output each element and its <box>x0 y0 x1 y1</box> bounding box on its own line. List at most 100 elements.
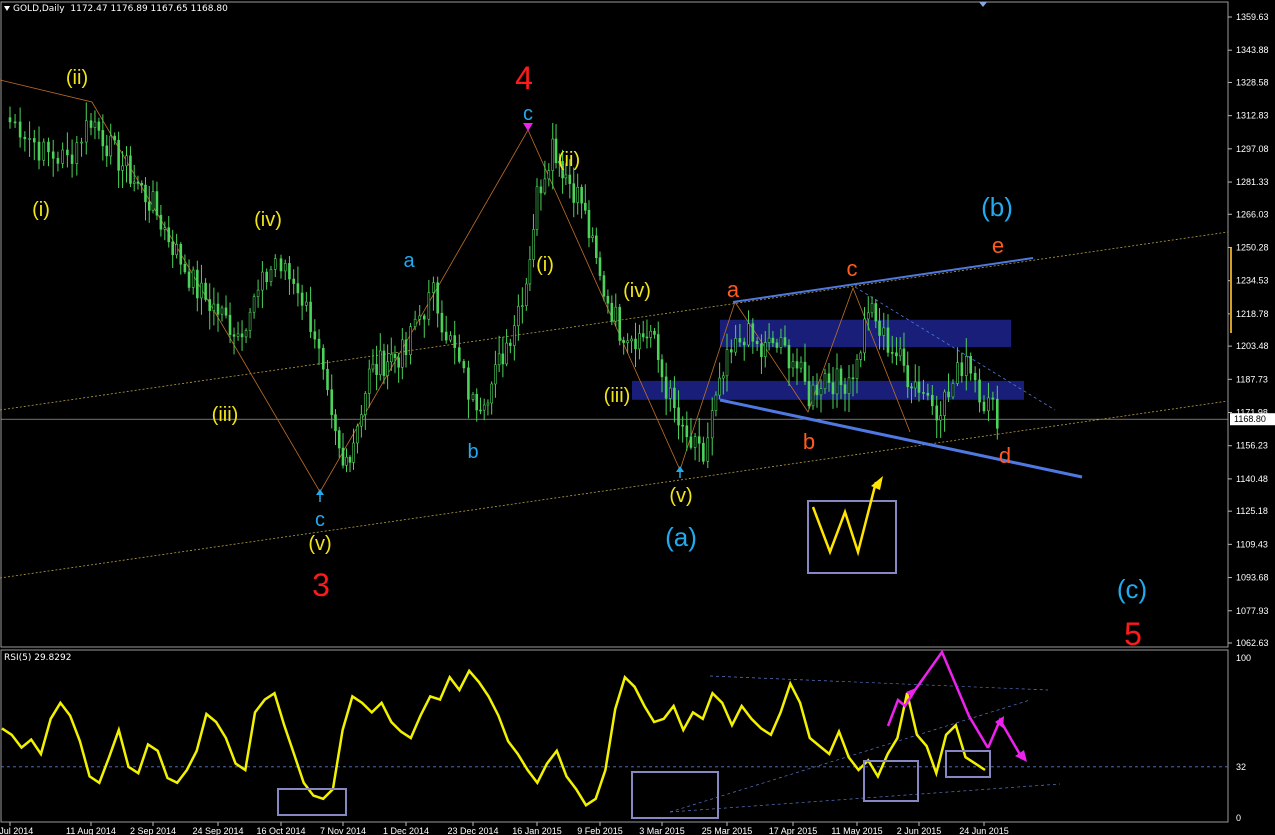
candle-body <box>418 315 422 320</box>
candle-body <box>183 263 187 273</box>
candle-body <box>378 350 382 375</box>
candle <box>273 254 277 278</box>
candle-body <box>360 414 363 427</box>
rsi-panel-frame <box>0 649 1229 823</box>
candle-body <box>930 395 934 407</box>
candle <box>244 328 248 344</box>
candle <box>440 300 444 341</box>
candle-body <box>47 141 50 153</box>
candle <box>591 227 594 243</box>
candle-body <box>386 361 389 376</box>
candle-body <box>356 425 359 444</box>
candle-body <box>913 381 917 389</box>
candle <box>475 388 479 422</box>
candle-body <box>61 149 64 164</box>
rsi-projection-path <box>886 649 990 749</box>
dropdown-triangle-icon[interactable] <box>4 6 10 11</box>
candle <box>364 391 367 430</box>
x-axis-tick-label: 2 Jun 2015 <box>897 826 942 835</box>
candle <box>943 389 946 432</box>
candle-body <box>747 323 750 346</box>
candle-body <box>664 376 668 399</box>
candle-body <box>453 335 457 348</box>
candle <box>89 113 93 136</box>
candle <box>216 292 220 332</box>
candle-body <box>738 338 742 343</box>
candle-body <box>906 365 910 388</box>
candle-body <box>886 327 890 353</box>
pivot-up-arrow-head-icon <box>676 466 684 472</box>
wave-label-yellow: (i) <box>536 254 554 276</box>
candle <box>685 411 689 451</box>
wave-label-blue: (b) <box>981 192 1013 222</box>
candle-body <box>882 327 886 336</box>
candle-body <box>345 456 348 466</box>
candle <box>183 254 187 275</box>
candle-body <box>525 283 528 307</box>
candle-body <box>364 393 367 415</box>
candle <box>656 321 660 373</box>
candle <box>528 246 532 292</box>
y-axis-tick-label: 1218.78 <box>1236 309 1269 319</box>
candle-body <box>535 186 539 230</box>
candle <box>248 308 252 339</box>
wave-label-yellow: (v) <box>669 485 692 507</box>
rsi-rising-guide <box>669 699 1031 813</box>
candle-body <box>528 259 532 285</box>
candle <box>935 395 939 439</box>
candle-body <box>622 340 625 343</box>
candle-body <box>543 178 547 194</box>
candle <box>751 318 755 354</box>
candle-body <box>521 305 524 308</box>
candle-body <box>326 368 329 390</box>
candle-body <box>606 295 610 304</box>
candle-body <box>964 355 968 376</box>
candle <box>42 138 46 166</box>
candle-body <box>610 302 614 322</box>
candle-body <box>973 372 977 381</box>
candle-body <box>501 353 505 365</box>
candle-body <box>80 141 83 144</box>
candle-body <box>783 337 787 346</box>
candle <box>583 184 587 215</box>
candle-body <box>482 404 486 411</box>
channel-upper-line <box>732 257 1034 303</box>
candle-body <box>334 414 337 431</box>
candle <box>847 364 851 412</box>
candle <box>486 399 490 416</box>
candle-body <box>144 184 147 203</box>
candle-body <box>28 138 31 140</box>
candle <box>224 295 228 319</box>
candle <box>288 256 291 295</box>
candle-body <box>595 235 598 258</box>
candle-body <box>13 121 17 124</box>
candle-body <box>471 393 475 400</box>
candle <box>93 110 97 140</box>
candle <box>159 204 163 237</box>
candle-body <box>337 430 341 449</box>
wave-label-yellow: (iv) <box>623 280 651 302</box>
candle-body <box>23 136 27 140</box>
candle <box>747 310 750 348</box>
candle-body <box>389 354 393 363</box>
candle <box>956 347 959 387</box>
candle-body <box>321 347 325 370</box>
candle <box>471 391 475 402</box>
x-axis-tick-label: 18 Jul 2014 <box>0 826 33 835</box>
wave-label-yellow: (iv) <box>254 209 282 231</box>
candle-body <box>641 333 645 338</box>
y-axis-tick-label: 1343.88 <box>1236 45 1269 55</box>
candle-body <box>404 339 408 356</box>
candle <box>551 122 555 190</box>
candle-body <box>910 386 913 389</box>
candle <box>367 359 371 408</box>
candle <box>296 266 300 307</box>
wave-label-yellow: (ii) <box>66 67 88 89</box>
candle-body <box>626 340 629 343</box>
rsi-tick-label: 0 <box>1236 813 1241 823</box>
candle <box>404 331 408 368</box>
candle <box>125 146 128 183</box>
candle-body <box>807 381 811 407</box>
candle <box>47 137 50 167</box>
candle-body <box>532 229 535 260</box>
